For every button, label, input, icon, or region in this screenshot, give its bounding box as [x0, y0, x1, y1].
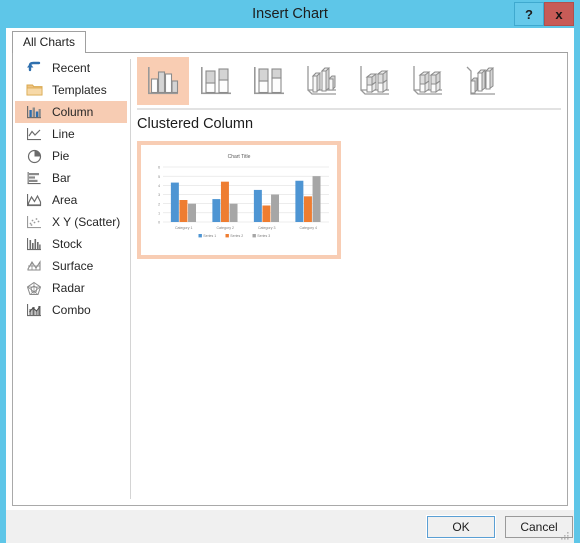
sidebar-item-column[interactable]: Column [15, 101, 127, 123]
dialog-footer: OK Cancel [6, 510, 574, 543]
column-icon [23, 103, 45, 121]
sidebar-label: Column [52, 105, 94, 119]
sidebar-label: Pie [52, 149, 70, 163]
sidebar-label: Bar [52, 171, 71, 185]
sidebar-item-scatter[interactable]: X Y (Scatter) [15, 211, 127, 233]
thumb-3d-stacked-column[interactable] [349, 57, 401, 105]
dialog-body: All Charts Recent Templates Column Line … [6, 28, 574, 510]
sidebar-item-recent[interactable]: Recent [15, 57, 127, 79]
sidebar-item-line[interactable]: Line [15, 123, 127, 145]
svg-text:Category 3: Category 3 [258, 226, 276, 230]
combo-icon [23, 301, 45, 319]
area-icon [23, 191, 45, 209]
svg-text:Category 1: Category 1 [175, 226, 193, 230]
svg-text:Series 2: Series 2 [230, 234, 243, 238]
chart-type-sidebar: Recent Templates Column Line Pie Bar Are… [13, 53, 129, 504]
preview-heading: Clustered Column [137, 116, 254, 132]
stock-icon [23, 235, 45, 253]
sidebar-item-pie[interactable]: Pie [15, 145, 127, 167]
sidebar-label: Combo [52, 303, 91, 317]
thumb-clustered-column[interactable] [137, 57, 189, 105]
line-icon [23, 125, 45, 143]
recent-icon [23, 59, 45, 77]
sidebar-label: Templates [52, 83, 107, 97]
sidebar-item-stock[interactable]: Stock [15, 233, 127, 255]
sidebar-item-combo[interactable]: Combo [15, 299, 127, 321]
surface-icon [23, 257, 45, 275]
sidebar-item-bar[interactable]: Bar [15, 167, 127, 189]
sidebar-item-templates[interactable]: Templates [15, 79, 127, 101]
svg-text:Category 4: Category 4 [299, 226, 317, 230]
radar-icon [23, 279, 45, 297]
svg-text:Series 3: Series 3 [257, 234, 270, 238]
bar-icon [23, 169, 45, 187]
svg-text:2: 2 [158, 202, 160, 206]
thumb-100-stacked-column[interactable] [243, 57, 295, 105]
sidebar-label: Recent [52, 61, 91, 75]
svg-text:4: 4 [158, 184, 160, 188]
sidebar-label: Radar [52, 281, 85, 295]
content-frame: Recent Templates Column Line Pie Bar Are… [12, 53, 568, 506]
clustered-column-preview-chart: Chart Title 0 1 2 3 4 5 6 Category 1 Category 2 Ca… [158, 154, 329, 238]
insert-chart-dialog: Insert Chart ? x All Charts Recent Templ… [0, 0, 580, 543]
dialog-title: Insert Chart [252, 6, 328, 22]
sidebar-label: Area [52, 193, 78, 207]
svg-text:Series 1: Series 1 [203, 234, 216, 238]
sidebar-item-area[interactable]: Area [15, 189, 127, 211]
sidebar-label: X Y (Scatter) [52, 215, 121, 229]
sidebar-label: Line [52, 127, 75, 141]
scatter-icon [23, 213, 45, 231]
svg-text:5: 5 [158, 175, 160, 179]
caption-buttons: ? x [514, 2, 574, 26]
thumb-3d-clustered-column[interactable] [296, 57, 348, 105]
tab-all-charts[interactable]: All Charts [12, 31, 87, 53]
svg-text:6: 6 [158, 166, 160, 170]
chart-preview[interactable]: Chart Title 0 1 2 3 4 5 6 Category 1 Category 2 Ca… [137, 141, 341, 259]
svg-text:Category 2: Category 2 [216, 226, 234, 230]
tab-strip: All Charts [12, 31, 568, 54]
svg-text:Chart Title: Chart Title [228, 154, 251, 160]
pie-icon [23, 147, 45, 165]
templates-icon [23, 81, 45, 99]
title-bar: Insert Chart ? x [0, 0, 580, 28]
gallery-separator [137, 108, 561, 110]
chart-subtype-gallery [137, 57, 561, 105]
svg-text:3: 3 [158, 193, 160, 197]
thumb-3d-column[interactable] [455, 57, 507, 105]
sidebar-label: Surface [52, 259, 94, 273]
svg-text:0: 0 [158, 221, 160, 225]
svg-text:1: 1 [158, 211, 160, 215]
thumb-stacked-column[interactable] [190, 57, 242, 105]
resize-grip-icon[interactable] [560, 531, 570, 541]
chart-subtype-pane: Clustered Column Chart Title 0 1 2 3 4 5 6 Categ… [131, 53, 567, 504]
sidebar-label: Stock [52, 237, 83, 251]
thumb-3d-100-stacked-column[interactable] [402, 57, 454, 105]
help-button[interactable]: ? [514, 2, 544, 26]
sidebar-item-radar[interactable]: Radar [15, 277, 127, 299]
ok-button[interactable]: OK [426, 515, 496, 539]
sidebar-item-surface[interactable]: Surface [15, 255, 127, 277]
close-button[interactable]: x [544, 2, 574, 26]
